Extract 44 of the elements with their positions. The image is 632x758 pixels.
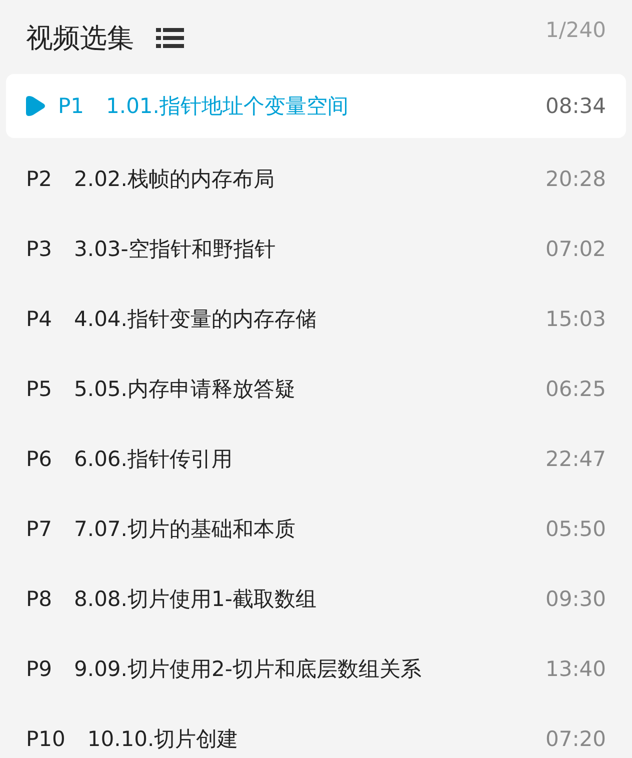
part-label: P10 [26, 727, 66, 751]
episode-title: 9.09.切片使用2-切片和底层数组关系 [74, 656, 422, 683]
episode-title: 7.07.切片的基础和本质 [74, 516, 296, 543]
part-label: P6 [26, 447, 52, 471]
episode-duration: 09:30 [545, 587, 606, 611]
episode-title: 6.06.指针传引用 [74, 446, 232, 473]
episode-item[interactable]: P3 3.03-空指针和野指针 07:02 [6, 214, 626, 284]
part-label: P4 [26, 307, 52, 331]
episode-title: 8.08.切片使用1-截取数组 [74, 586, 316, 613]
episode-item[interactable]: P9 9.09.切片使用2-切片和底层数组关系 13:40 [6, 634, 626, 704]
episode-duration: 15:03 [545, 307, 606, 331]
episode-item[interactable]: P2 2.02.栈帧的内存布局 20:28 [6, 144, 626, 214]
episode-title: 10.10.切片创建 [87, 726, 238, 753]
episode-item[interactable]: P1 1.01.指针地址个变量空间 08:34 [6, 74, 626, 138]
episode-title: 3.03-空指针和野指针 [74, 236, 276, 263]
episode-item[interactable]: P8 8.08.切片使用1-截取数组 09:30 [6, 564, 626, 634]
episode-duration: 08:34 [545, 94, 606, 118]
part-label: P1 [58, 94, 84, 118]
episode-counter: 1/240 [545, 18, 606, 42]
part-label: P5 [26, 377, 52, 401]
section-title: 视频选集 [26, 22, 134, 56]
episode-item[interactable]: P7 7.07.切片的基础和本质 05:50 [6, 494, 626, 564]
episode-duration: 07:20 [545, 727, 606, 751]
episode-duration: 05:50 [545, 517, 606, 541]
episode-duration: 20:28 [545, 167, 606, 191]
part-label: P9 [26, 657, 52, 681]
episode-duration: 13:40 [545, 657, 606, 681]
play-icon [26, 95, 46, 117]
list-icon[interactable] [156, 27, 184, 49]
part-label: P7 [26, 517, 52, 541]
episode-duration: 22:47 [545, 447, 606, 471]
part-label: P8 [26, 587, 52, 611]
episode-title: 1.01.指针地址个变量空间 [106, 93, 348, 120]
part-label: P2 [26, 167, 52, 191]
episode-item[interactable]: P6 6.06.指针传引用 22:47 [6, 424, 626, 494]
episode-item[interactable]: P10 10.10.切片创建 07:20 [6, 704, 626, 758]
episode-duration: 07:02 [545, 237, 606, 261]
episode-item[interactable]: P4 4.04.指针变量的内存存储 15:03 [6, 284, 626, 354]
episode-title: 2.02.栈帧的内存布局 [74, 166, 274, 193]
part-label: P3 [26, 237, 52, 261]
episode-title: 5.05.内存申请释放答疑 [74, 376, 296, 403]
episode-item[interactable]: P5 5.05.内存申请释放答疑 06:25 [6, 354, 626, 424]
episode-duration: 06:25 [545, 377, 606, 401]
episode-title: 4.04.指针变量的内存存储 [74, 306, 316, 333]
